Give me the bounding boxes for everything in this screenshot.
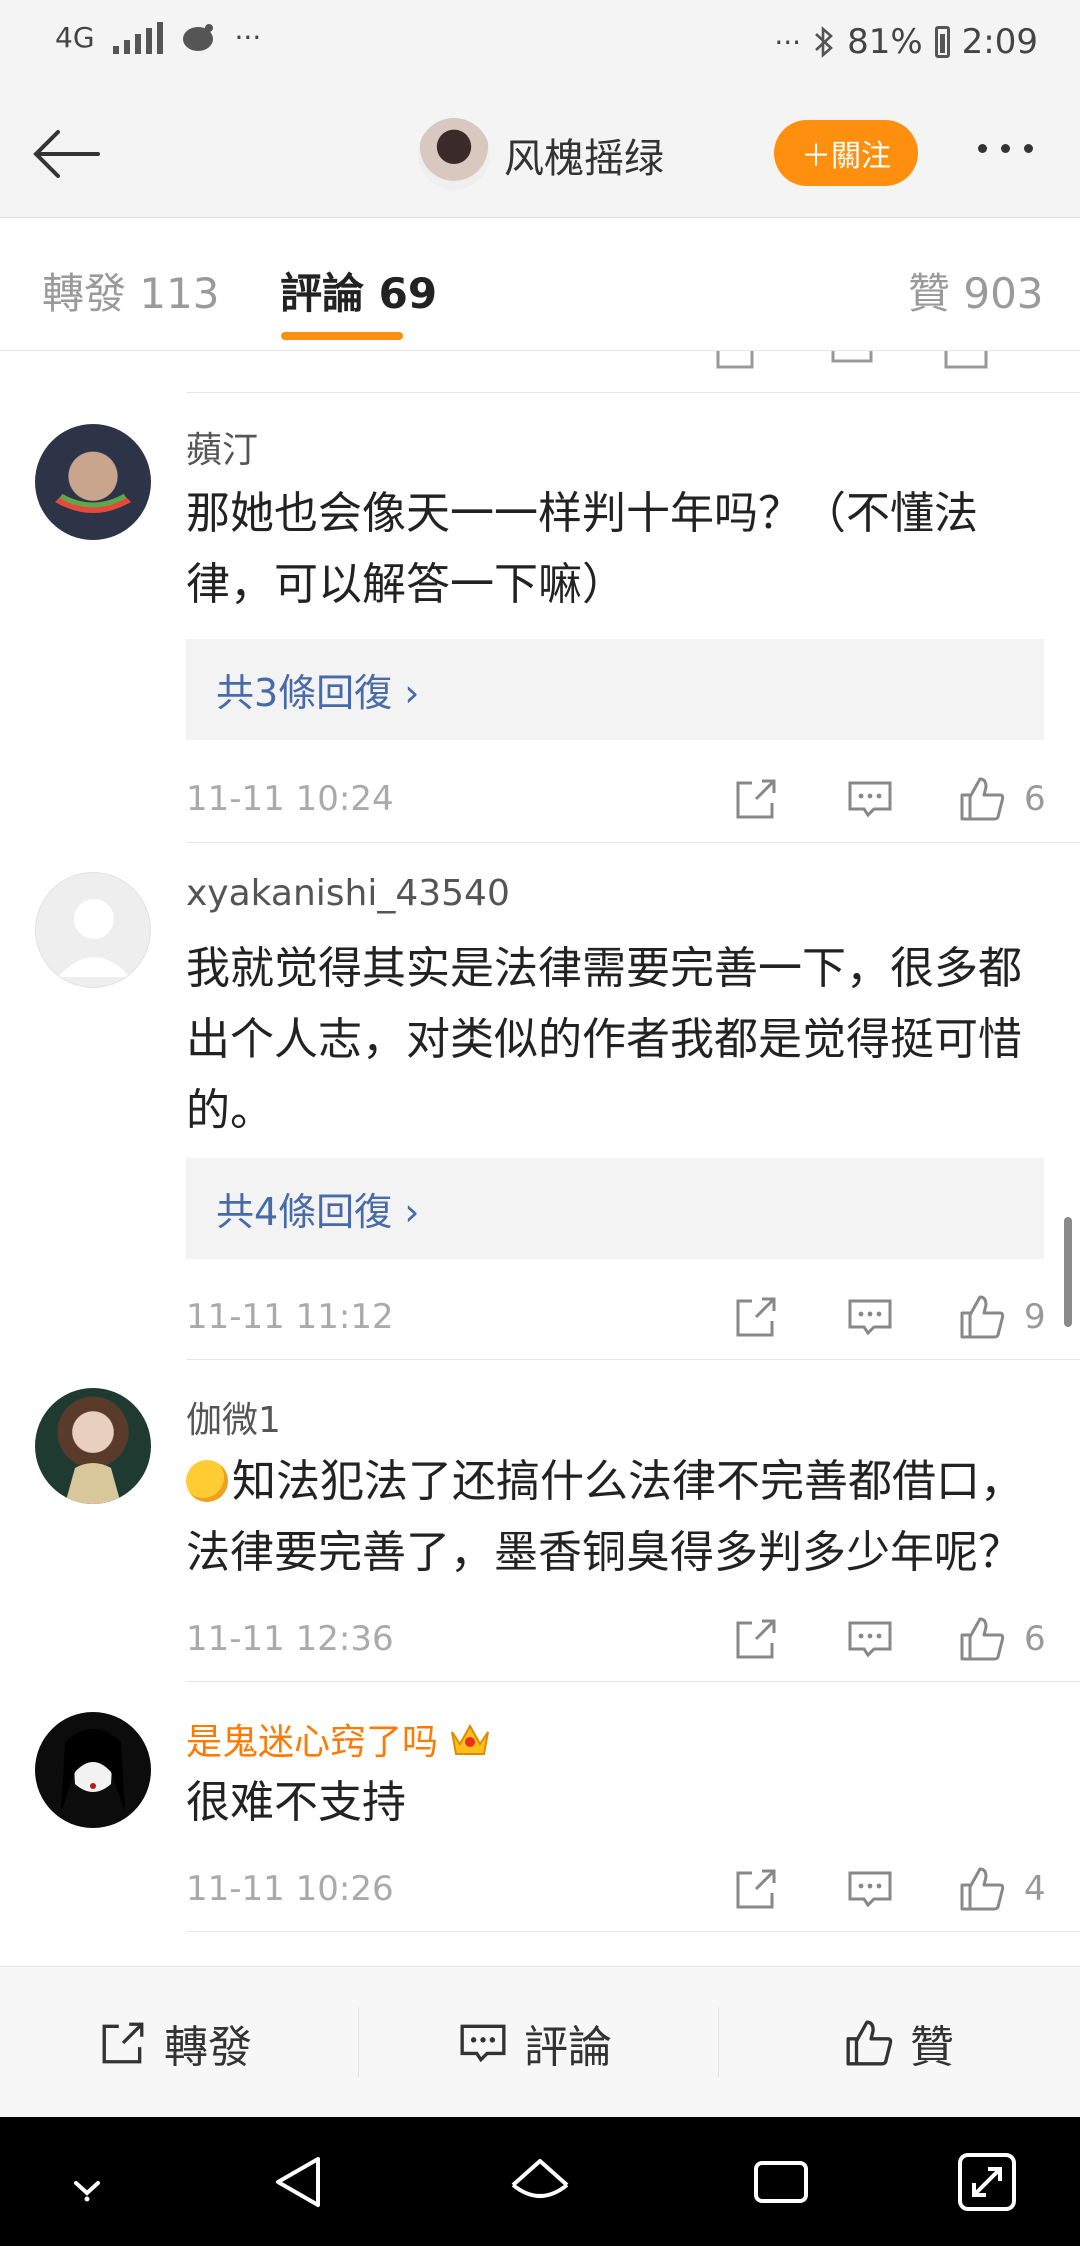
share-icon[interactable]: [732, 775, 780, 823]
commenter-avatar[interactable]: [35, 872, 151, 988]
tab-comments[interactable]: 評論 69: [280, 260, 437, 321]
like-button[interactable]: 贊: [844, 2005, 954, 2081]
repost-label: 轉發: [164, 2022, 252, 2073]
battery-percent: 81%: [847, 22, 923, 62]
like-icon[interactable]: [958, 1293, 1006, 1341]
hide-keyboard-icon[interactable]: [50, 2145, 124, 2219]
battery-icon: [934, 26, 950, 58]
comment-text: 很难不支持: [186, 1777, 406, 1828]
more-notifications-indicator: ···: [234, 20, 262, 54]
thinking-face-emoji: [186, 1460, 228, 1502]
author-name[interactable]: 风槐摇绿: [504, 126, 664, 184]
comment-icon[interactable]: [846, 1615, 894, 1663]
crown-icon: [451, 1723, 489, 1755]
back-arrow-icon[interactable]: [28, 124, 104, 184]
signal-icon: [112, 20, 163, 54]
commenter-avatar[interactable]: [35, 1388, 151, 1504]
more-options-icon[interactable]: [978, 144, 1033, 153]
more-status-indicator: ···: [774, 25, 802, 59]
comment-time: 11-11 11:12: [186, 1297, 394, 1337]
like-count: 9: [1024, 1297, 1046, 1337]
bottom-action-bar: 轉發 評論 贊: [0, 1966, 1080, 2118]
comment-meta: 11-11 12:36 6: [186, 1611, 1046, 1671]
view-replies-link[interactable]: 共3條回復 ›: [186, 639, 1044, 740]
like-label: 贊: [910, 2022, 954, 2073]
active-tab-indicator: [281, 332, 403, 340]
back-nav-icon[interactable]: [262, 2145, 336, 2219]
previous-comment-remnant: [186, 351, 1080, 393]
comment-text: 那她也会像天一一样判十年吗？（不懂法律，可以解答一下嘛）: [186, 488, 978, 610]
system-navigation-bar: [0, 2117, 1080, 2246]
bluetooth-icon: [815, 26, 834, 58]
tab-likes[interactable]: 贊 903: [908, 260, 1044, 321]
comment-time: 11-11 12:36: [186, 1619, 394, 1659]
like-count: 6: [1024, 779, 1046, 819]
commenter-name[interactable]: 蘋汀: [186, 421, 258, 473]
author-avatar[interactable]: [418, 118, 490, 190]
comment-meta: 11-11 11:12 9: [186, 1289, 1046, 1349]
comment-meta: 11-11 10:26 4: [186, 1861, 1046, 1921]
comment-divider: [186, 1359, 1080, 1360]
home-nav-icon[interactable]: [503, 2145, 577, 2219]
comment-icon[interactable]: [846, 1865, 894, 1913]
view-replies-link[interactable]: 共4條回復 ›: [186, 1158, 1044, 1259]
comment-list[interactable]: 蘋汀 那她也会像天一一样判十年吗？（不懂法律，可以解答一下嘛） 共3條回復 › …: [0, 351, 1080, 1966]
comment-icon[interactable]: [846, 775, 894, 823]
share-icon[interactable]: [732, 1293, 780, 1341]
comment-text-row: 知法犯法了还搞什么法律不完善都借口，法律要完善了，墨香铜臭得多判多少年呢？: [186, 1446, 1046, 1588]
bottom-bar-separator: [358, 2007, 359, 2077]
like-icon[interactable]: [958, 775, 1006, 823]
comment-label: 評論: [524, 2022, 612, 2073]
repost-button[interactable]: 轉發: [98, 2005, 252, 2081]
commenter-name-row: 是鬼迷心窍了吗: [186, 1713, 492, 1765]
comment-divider: [186, 1681, 1080, 1682]
commenter-name[interactable]: xyakanishi_43540: [186, 873, 510, 914]
network-indicator: 4G: [55, 20, 95, 54]
like-count: 6: [1024, 1619, 1046, 1659]
recent-apps-icon[interactable]: [744, 2145, 818, 2219]
comment-bubble-icon: [460, 2024, 506, 2063]
share-icon[interactable]: [732, 1865, 780, 1913]
like-icon[interactable]: [958, 1865, 1006, 1913]
commenter-name[interactable]: 是鬼迷心窍了吗: [186, 1722, 438, 1763]
status-bar: 4G ··· ··· 81% 2:09: [0, 0, 1080, 92]
clock: 2:09: [961, 22, 1038, 62]
like-icon[interactable]: [958, 1615, 1006, 1663]
commenter-avatar[interactable]: [35, 1712, 151, 1828]
weibo-notification-icon: [182, 24, 213, 51]
bottom-bar-separator: [718, 2007, 719, 2077]
comment-meta: 11-11 10:24 6: [186, 771, 1046, 831]
share-icon[interactable]: [732, 1615, 780, 1663]
follow-button[interactable]: ＋關注: [774, 120, 918, 186]
comment-time: 11-11 10:24: [186, 779, 394, 819]
comment-text: 我就觉得其实是法律需要完善一下，很多都出个人志，对类似的作者我都是觉得挺可惜的。: [186, 943, 1022, 1136]
repost-icon: [102, 2022, 144, 2064]
scrollbar-thumb[interactable]: [1064, 1217, 1072, 1327]
tab-reposts[interactable]: 轉發 113: [42, 260, 220, 321]
comment-text: 知法犯法了还搞什么法律不完善都借口，法律要完善了，墨香铜臭得多判多少年呢？: [186, 1456, 1024, 1578]
comment-icon[interactable]: [846, 1293, 894, 1341]
comment-divider: [186, 842, 1080, 843]
top-app-bar: 风槐摇绿 ＋關注: [0, 92, 1080, 218]
tab-bar: 轉發 113 評論 69 贊 903: [0, 218, 1080, 351]
comment-time: 11-11 10:26: [186, 1869, 394, 1909]
commenter-avatar[interactable]: [35, 424, 151, 540]
comment-divider: [186, 1931, 1080, 1932]
comment-button[interactable]: 評論: [458, 2005, 612, 2081]
like-count: 4: [1024, 1869, 1046, 1909]
expand-icon[interactable]: [950, 2145, 1024, 2219]
commenter-name[interactable]: 伽微1: [186, 1391, 281, 1443]
thumbs-up-icon: [846, 2020, 893, 2066]
